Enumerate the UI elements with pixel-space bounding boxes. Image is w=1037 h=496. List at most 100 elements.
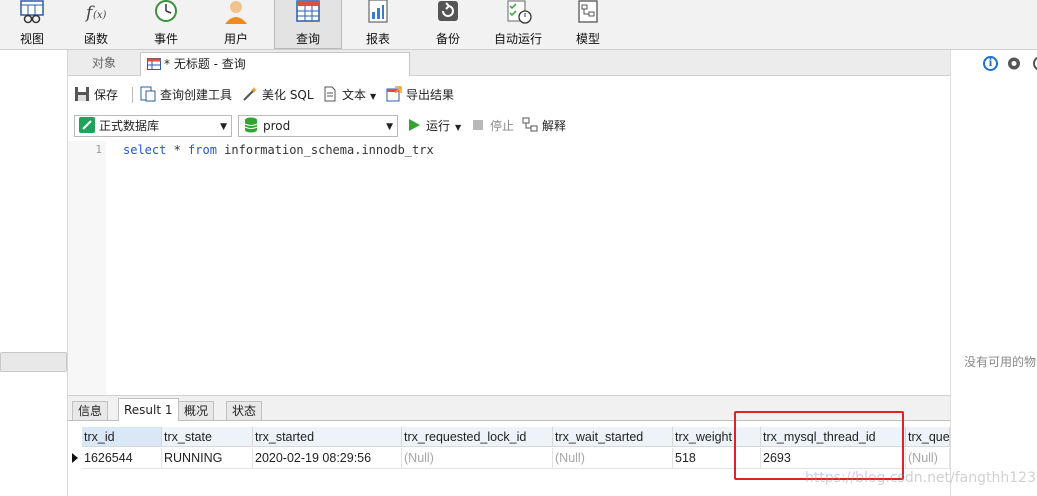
query-builder-button[interactable]: 查询创建工具 <box>140 85 232 105</box>
ribbon-function-button[interactable]: f (x) 函数 <box>64 0 128 49</box>
function-icon: f (x) <box>84 3 107 23</box>
chevron-down-icon: ▼ <box>220 122 227 132</box>
table-cell[interactable]: 2693 <box>761 448 906 469</box>
query-table-icon <box>296 0 320 22</box>
save-label: 保存 <box>94 88 119 102</box>
connection-select[interactable]: 正式数据库 ▼ <box>74 115 232 137</box>
stop-icon <box>473 120 483 130</box>
beautify-sql-label: 美化 SQL <box>262 88 314 102</box>
table-cell[interactable]: 1626544 <box>82 448 162 469</box>
auto-run-icon <box>507 0 532 24</box>
tab-info[interactable]: 信息 <box>72 401 109 421</box>
table-cell[interactable]: (Null) <box>553 448 673 469</box>
query-toolbar: 保存 查询创建工具 美化 SQL 文本 ▼ 导出结果 <box>68 81 950 109</box>
text-menu-button[interactable]: 文本 ▼ <box>322 85 376 105</box>
watermark: https://blog.csdn.net/fangthh123 <box>805 470 1036 486</box>
main-ribbon: 视图 f (x) 函数 事件 用户 查询 报表 备份 自动运行 模型 <box>0 0 1037 50</box>
backup-icon <box>438 1 458 21</box>
object-navigator-pane <box>0 50 68 496</box>
run-button[interactable]: 运行 ▼ <box>406 116 461 136</box>
tab-objects[interactable]: 对象 <box>68 50 140 76</box>
row-selector-arrow-icon <box>72 453 78 463</box>
ribbon-auto-run-button[interactable]: 自动运行 <box>486 0 550 49</box>
query-builder-icon <box>140 86 156 102</box>
ribbon-view-button[interactable]: 视图 <box>0 0 64 49</box>
export-results-button[interactable]: 导出结果 <box>386 85 454 105</box>
document-tabs: 对象 * 无标题 - 查询 <box>68 50 950 76</box>
column-header[interactable]: trx_mysql_thread_id <box>761 427 906 447</box>
line-number: 1 <box>95 143 102 156</box>
stop-label: 停止 <box>490 119 515 133</box>
tab-status[interactable]: 状态 <box>226 401 263 421</box>
ribbon-label: 报表 <box>365 32 390 46</box>
sql-text: * <box>166 143 189 157</box>
table-cell[interactable]: (Null) <box>906 448 950 469</box>
table-cell[interactable]: (Null) <box>402 448 553 469</box>
explain-icon <box>522 117 538 132</box>
save-button[interactable]: 保存 <box>74 85 118 105</box>
report-icon <box>368 0 388 23</box>
sql-code-line[interactable]: select * from information_schema.innodb_… <box>123 143 434 157</box>
ribbon-label: 函数 <box>83 32 108 46</box>
beautify-wand-icon <box>243 87 257 101</box>
column-header[interactable]: trx_state <box>162 427 253 447</box>
info-side-pane: i 没有可用的物 <box>950 50 1037 496</box>
ribbon-report-button[interactable]: 报表 <box>346 0 410 49</box>
dropdown-arrow-icon: ▼ <box>455 123 462 132</box>
export-icon <box>386 86 402 102</box>
connection-toolbar: 正式数据库 ▼ prod ▼ 运行 ▼ 停止 解释 <box>68 112 950 140</box>
save-icon <box>75 87 89 101</box>
column-header[interactable]: trx_weight <box>673 427 761 447</box>
run-label: 运行 <box>426 119 451 133</box>
explain-button[interactable]: 解释 <box>522 116 566 136</box>
ribbon-event-button[interactable]: 事件 <box>134 0 198 49</box>
ribbon-label: 用户 <box>223 32 248 46</box>
sql-text: information_schema.innodb_trx <box>216 143 434 157</box>
ddl-toggle-icon[interactable] <box>1033 56 1037 71</box>
sql-keyword: select <box>123 143 167 157</box>
ribbon-backup-button[interactable]: 备份 <box>416 0 480 49</box>
ribbon-query-button[interactable]: 查询 <box>274 0 342 49</box>
beautify-sql-button[interactable]: 美化 SQL <box>242 85 314 105</box>
tab-query[interactable]: * 无标题 - 查询 <box>140 52 410 76</box>
tab-query-label: * 无标题 - 查询 <box>164 57 246 71</box>
tab-result-1[interactable]: Result 1 <box>118 398 179 422</box>
table-cell[interactable]: 518 <box>673 448 761 469</box>
column-header[interactable]: trx_requested_lock_id <box>402 427 553 447</box>
sql-keyword: from <box>188 143 217 157</box>
connection-icon <box>79 117 95 133</box>
info-icon[interactable]: i <box>983 56 998 71</box>
text-label: 文本 <box>342 88 367 102</box>
column-header[interactable]: trx_que <box>906 427 950 447</box>
sql-editor[interactable]: 1 select * from information_schema.innod… <box>68 141 950 395</box>
database-select[interactable]: prod ▼ <box>238 115 398 137</box>
empty-state-text: 没有可用的物 <box>964 355 1037 369</box>
table-cell[interactable]: RUNNING <box>162 448 253 469</box>
column-header[interactable]: trx_wait_started <box>553 427 673 447</box>
result-tabs: 信息 Result 1 概况 状态 <box>68 395 950 422</box>
stop-button[interactable]: 停止 <box>470 116 514 136</box>
explain-label: 解释 <box>542 119 567 133</box>
chevron-down-icon: ▼ <box>386 122 393 132</box>
event-clock-icon <box>155 0 177 22</box>
view-icon <box>20 0 44 24</box>
query-builder-label: 查询创建工具 <box>160 88 233 102</box>
ribbon-label: 视图 <box>19 32 44 46</box>
dropdown-arrow-icon: ▼ <box>370 92 377 101</box>
ribbon-label: 查询 <box>295 32 320 46</box>
text-document-icon <box>324 86 336 102</box>
table-cell[interactable]: 2020-02-19 08:29:56 <box>253 448 402 469</box>
line-number-gutter: 1 <box>68 141 106 395</box>
eye-icon[interactable] <box>1007 57 1021 70</box>
run-play-icon <box>409 119 420 131</box>
model-icon <box>578 0 598 23</box>
toolbar-separator <box>132 87 133 103</box>
svg-text:(x): (x) <box>93 10 107 21</box>
ribbon-user-button[interactable]: 用户 <box>204 0 268 49</box>
tab-profile[interactable]: 概况 <box>178 401 215 421</box>
column-header[interactable]: trx_id <box>82 427 162 447</box>
navigator-scrollbar[interactable] <box>0 352 67 372</box>
ribbon-model-button[interactable]: 模型 <box>556 0 620 49</box>
query-tab-icon <box>147 58 161 70</box>
column-header[interactable]: trx_started <box>253 427 402 447</box>
